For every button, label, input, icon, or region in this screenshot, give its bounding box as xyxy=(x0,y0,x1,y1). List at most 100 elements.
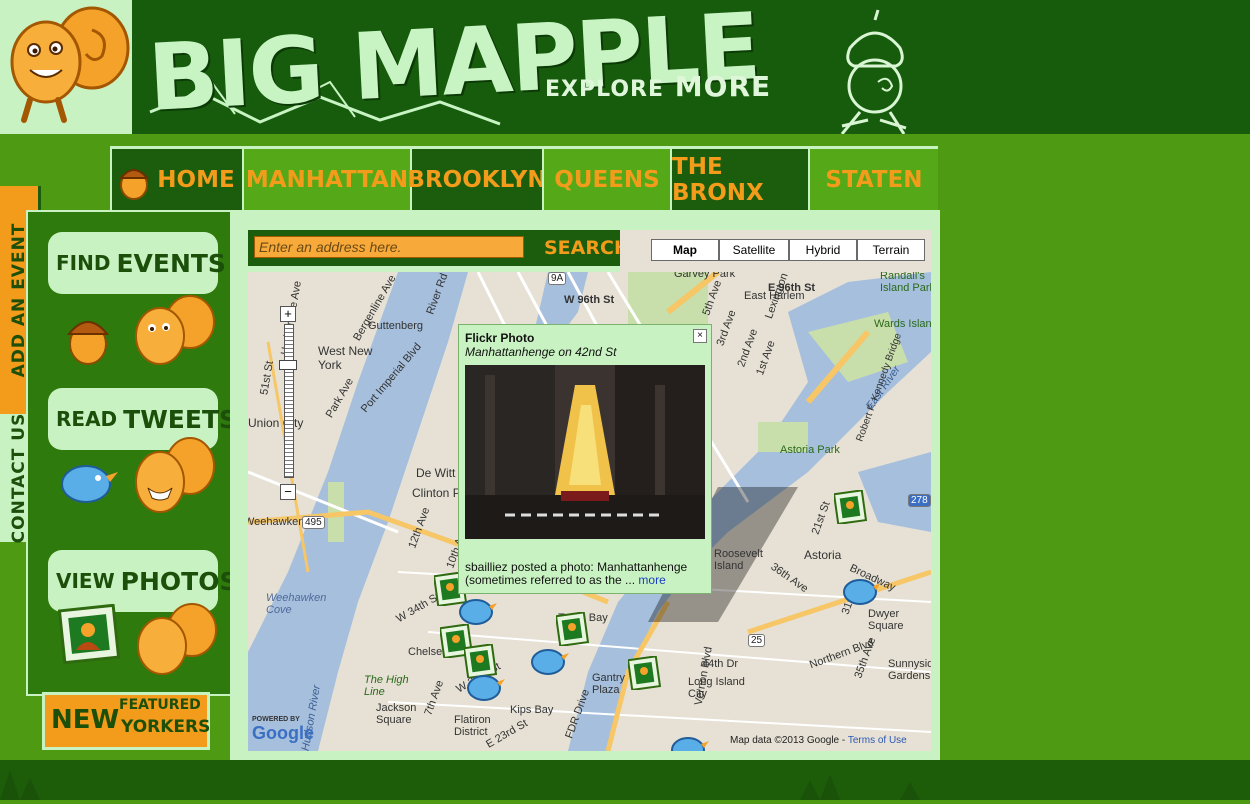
map-label: Randall's Island Park xyxy=(880,272,931,294)
address-search-input[interactable] xyxy=(254,236,524,258)
info-window-caption: sbailliez posted a photo: Manhattanhenge… xyxy=(465,561,709,587)
photo-marker-icon[interactable] xyxy=(834,490,868,524)
powered-by-google[interactable]: POWERED BY Google xyxy=(252,716,314,744)
tab-brooklyn[interactable]: BROOKLYN xyxy=(407,146,547,210)
main-nav: HOME MANHATTAN BROOKLYN QUEENS THE BRONX… xyxy=(40,146,940,210)
google-logo: Google xyxy=(252,723,314,743)
photo-marker-icon[interactable] xyxy=(628,656,662,690)
map-label: Guttenberg xyxy=(368,320,424,332)
tab-manhattan[interactable]: MANHATTAN xyxy=(242,146,410,210)
map-label: Kips Bay xyxy=(510,704,554,716)
map-label: Sunnyside Gardens xyxy=(888,658,931,682)
bird-icon xyxy=(61,465,118,503)
map-label: Garvey Park xyxy=(674,272,736,280)
map-type-map-button[interactable]: Map xyxy=(651,239,719,261)
map-type-satellite-button[interactable]: Satellite xyxy=(719,239,789,261)
route-shield: 25 xyxy=(748,634,766,647)
tagline-big: MORE xyxy=(674,70,772,103)
map-type-hybrid-button[interactable]: Hybrid xyxy=(789,239,857,261)
tab-staten-label: STATEN xyxy=(825,166,923,193)
view-photos-box[interactable]: VIEW PHOTOS. xyxy=(46,548,247,688)
powered-by-label: POWERED BY xyxy=(252,716,300,723)
tab-brooklyn-label: BROOKLYN xyxy=(407,166,547,193)
map-label: W 96th St xyxy=(564,294,615,306)
close-icon[interactable]: × xyxy=(693,329,707,343)
info-more-link[interactable]: more xyxy=(638,573,665,587)
acorn-icon xyxy=(66,321,110,365)
map-label: The High Line xyxy=(364,674,409,698)
map-label: De Witt xyxy=(416,466,456,480)
squirrel-icon xyxy=(135,437,215,513)
find-events-box[interactable]: FIND EVENTS xyxy=(46,230,230,370)
header-mascot-panel xyxy=(0,0,132,134)
bird-marker-icon[interactable] xyxy=(464,668,506,704)
squirrel-logo-icon[interactable] xyxy=(0,0,132,134)
map-type-terrain-button[interactable]: Terrain xyxy=(857,239,925,261)
map-label: West New York xyxy=(318,344,373,372)
new-label: NEW xyxy=(51,705,120,735)
photo-marker-icon[interactable] xyxy=(556,612,590,646)
bird-marker-icon[interactable] xyxy=(668,730,710,751)
yorkers-label: YORKERS xyxy=(121,717,211,737)
read-tweets-box[interactable]: READ TWEETS xyxy=(46,386,237,526)
site-title[interactable]: BIG MAPPLE xyxy=(146,0,762,134)
read-tweets-big: TWEETS xyxy=(123,404,237,434)
squirrel-icon xyxy=(137,603,217,675)
map-type-control: Map Satellite Hybrid Terrain xyxy=(651,239,925,261)
bird-marker-icon[interactable] xyxy=(456,592,498,628)
terms-of-use-link[interactable]: Terms of Use xyxy=(848,735,907,746)
zoom-control: + − xyxy=(279,306,297,502)
map-label: 44th Dr xyxy=(702,658,739,670)
search-button[interactable]: SEARCH xyxy=(538,232,630,264)
map-label: Astoria Park xyxy=(780,444,840,456)
tab-home-label: HOME xyxy=(157,166,235,193)
sidebar: FIND EVENTS READ TWEETS VIEW PHOTOS. xyxy=(26,210,247,696)
featured-label: FEATURED xyxy=(119,697,201,713)
route-shield: 278 xyxy=(908,494,931,507)
zoom-out-button[interactable]: − xyxy=(280,484,296,500)
info-window-subtitle: Manhattanhenge on 42nd St xyxy=(465,345,617,359)
tab-home[interactable]: HOME xyxy=(110,146,242,210)
tagline-small: EXPLORE xyxy=(545,77,665,102)
tab-staten[interactable]: STATEN xyxy=(808,146,938,210)
zoom-slider-track[interactable] xyxy=(284,324,294,478)
map-label: Weehawken xyxy=(248,516,305,528)
tab-queens-label: QUEENS xyxy=(554,166,660,193)
tagline: EXPLORE MORE xyxy=(545,70,771,103)
featured-new-yorkers-button[interactable]: NEW FEATURED YORKERS xyxy=(42,692,210,750)
search-bar: SEARCH xyxy=(248,230,630,266)
bird-marker-icon[interactable] xyxy=(528,642,570,678)
view-photos-big: PHOTOS. xyxy=(120,566,247,596)
zoom-slider-handle[interactable] xyxy=(279,360,297,370)
acorn-mascot-icon xyxy=(840,9,907,134)
tab-the-bronx-label: THE BRONX xyxy=(672,153,764,206)
map-label: Dwyer Square xyxy=(868,608,904,632)
bird-marker-icon[interactable] xyxy=(840,572,882,608)
zoom-in-button[interactable]: + xyxy=(280,306,296,322)
tab-queens[interactable]: QUEENS xyxy=(542,146,670,210)
map-label: Wards Island xyxy=(874,318,931,330)
photo-frame-icon xyxy=(58,604,120,664)
tab-the-bronx[interactable]: THE BRONX xyxy=(670,146,808,210)
grass-footer xyxy=(0,760,1250,800)
route-shield: 9A xyxy=(548,272,567,285)
squirrel-icon xyxy=(135,295,215,365)
manhattanhenge-photo[interactable] xyxy=(465,365,705,539)
map-data-text: Map data ©2013 Google xyxy=(730,735,840,746)
flickr-info-window[interactable]: Flickr Photo Manhattanhenge on 42nd St ×… xyxy=(458,324,712,594)
read-tweets-small: READ xyxy=(56,407,118,431)
site-header: BIG MAPPLE EXPLORE MORE xyxy=(0,0,1250,134)
find-events-big: EVENTS xyxy=(116,248,226,278)
map-attribution: Map data ©2013 Google - Terms of Use xyxy=(730,735,907,746)
view-photos-small: VIEW xyxy=(56,569,115,593)
acorn-icon xyxy=(119,160,150,200)
map-label: Weehawken Cove xyxy=(266,592,327,616)
find-events-bubble: FIND EVENTS xyxy=(48,232,226,294)
info-window-title: Flickr Photo xyxy=(465,331,535,345)
map-label: Roosevelt Island xyxy=(714,548,763,572)
route-shield: 495 xyxy=(302,516,325,529)
tab-manhattan-label: MANHATTAN xyxy=(245,166,409,193)
grass-decoration xyxy=(0,770,920,800)
find-events-small: FIND xyxy=(56,251,111,275)
map-label: Astoria xyxy=(804,548,842,562)
